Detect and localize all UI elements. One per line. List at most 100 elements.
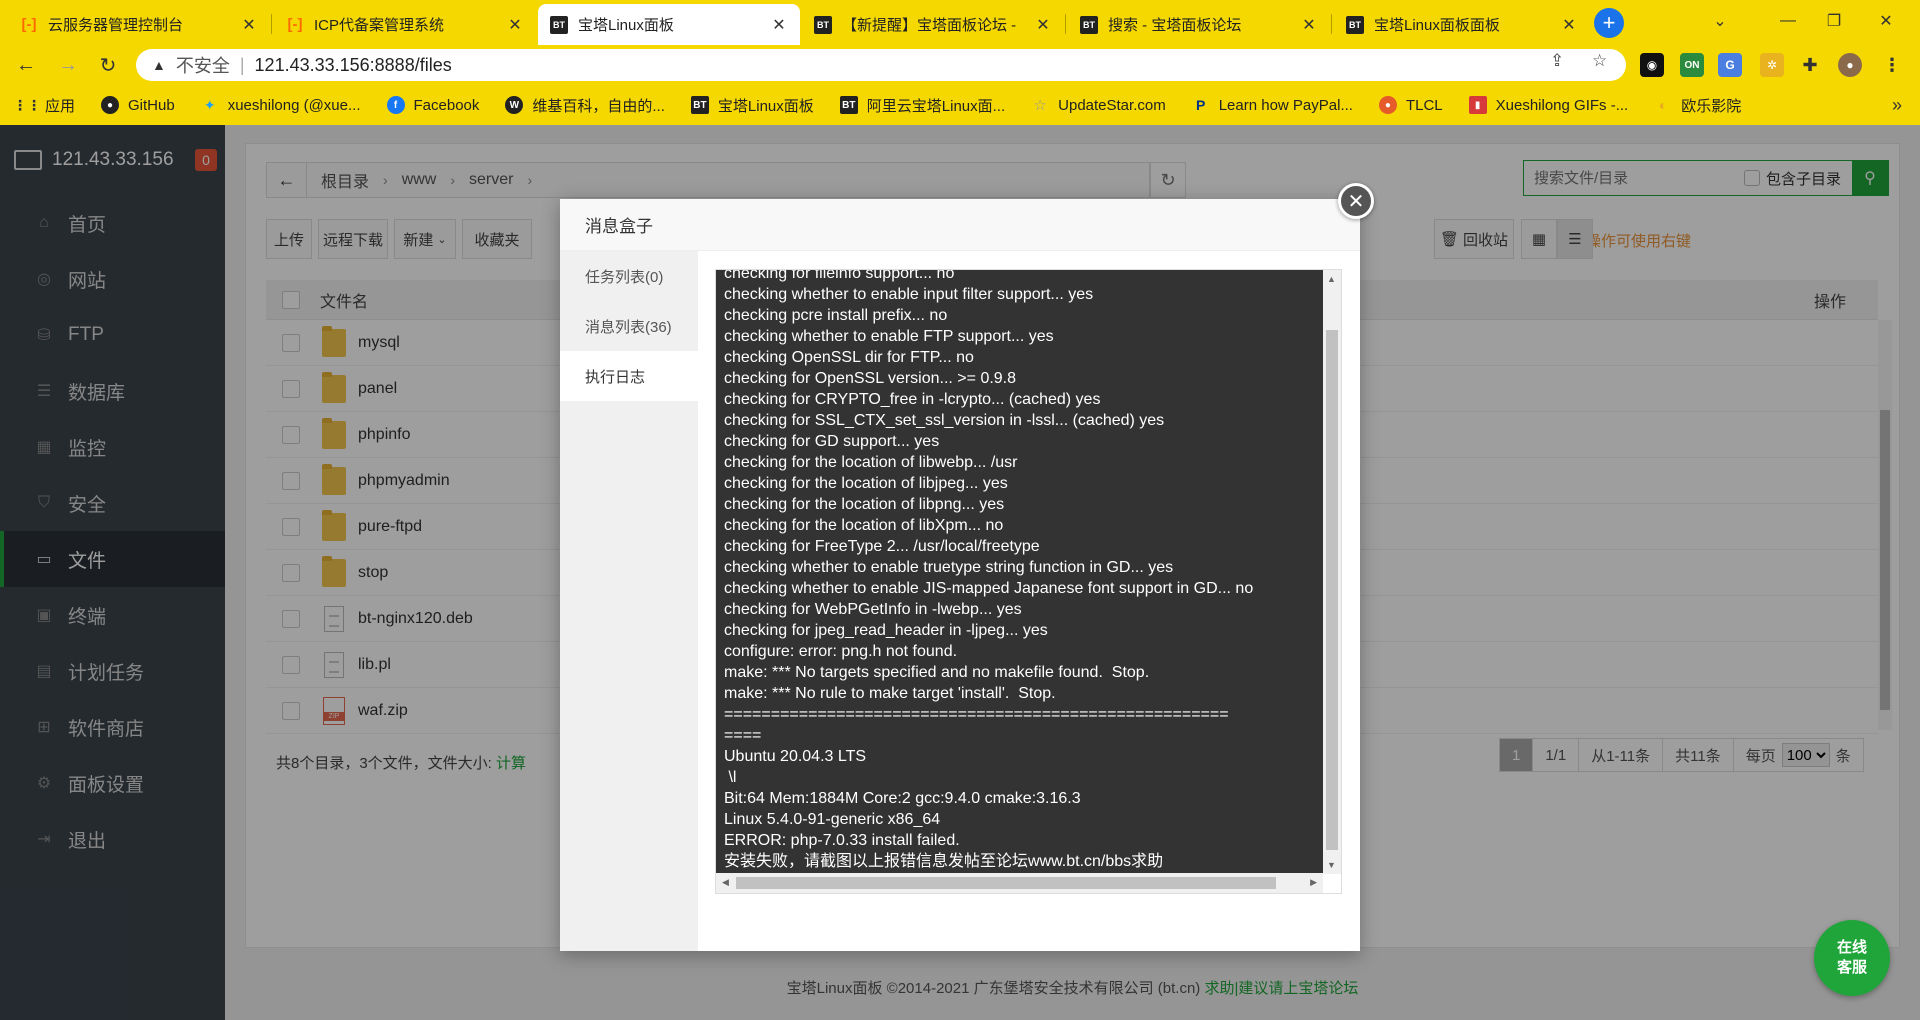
modal-title: 消息盒子 bbox=[560, 199, 1360, 251]
close-icon[interactable]: ✕ bbox=[1034, 16, 1052, 34]
extension-gear-icon[interactable]: ✲ bbox=[1760, 53, 1784, 77]
log-horizontal-scrollbar[interactable]: ◀ ▶ bbox=[716, 873, 1323, 893]
message-box-modal: 消息盒子 任务列表(0) 消息列表(36) 执行日志 checking for … bbox=[560, 199, 1360, 951]
avatar[interactable]: ● bbox=[1838, 53, 1862, 77]
share-icon[interactable]: ⇪ bbox=[1550, 51, 1564, 71]
aliyun-icon: [-] bbox=[287, 16, 303, 33]
log-line: checking for WebPGetInfo in -lwebp... ye… bbox=[724, 601, 1022, 618]
bookmark-label: UpdateStar.com bbox=[1058, 96, 1166, 114]
tab-divider bbox=[1331, 14, 1332, 34]
browser-tab-bar: [-] 云服务器管理控制台 ✕ [-] ICP代备案管理系统 ✕ BT 宝塔Li… bbox=[0, 0, 1920, 45]
tab-divider bbox=[271, 14, 272, 34]
tlcl-icon: ● bbox=[1378, 96, 1397, 114]
log-line: checking whether to enable input filter … bbox=[724, 286, 1094, 303]
browser-toolbar: ← → ↻ ▲ 不安全 | 121.43.33.156:8888/files ⇪… bbox=[0, 45, 1920, 85]
browser-tab[interactable]: [-] 云服务器管理控制台 ✕ bbox=[8, 4, 270, 45]
browser-tab[interactable]: BT 【新提醒】宝塔面板论坛 - ✕ bbox=[802, 4, 1064, 45]
tab-title: ICP代备案管理系统 bbox=[314, 17, 445, 34]
tab-title: 【新提醒】宝塔面板论坛 - bbox=[842, 17, 1017, 34]
bookmark-github[interactable]: ● GitHub bbox=[101, 96, 175, 114]
log-line: Linux 5.4.0-91-generic x86_64 bbox=[724, 811, 941, 828]
modal-close-button[interactable]: ✕ bbox=[1338, 183, 1374, 219]
online-support-button[interactable]: 在线 客服 bbox=[1814, 920, 1890, 996]
log-vertical-scrollbar[interactable]: ▲ ▼ bbox=[1323, 270, 1341, 874]
log-line: checking whether to enable FTP support..… bbox=[724, 328, 1054, 345]
log-line: checking for OpenSSL version... >= 0.9.8 bbox=[724, 370, 1017, 387]
log-line: checking OpenSSL dir for FTP... no bbox=[724, 349, 974, 366]
tab-message-list[interactable]: 消息列表(36) bbox=[560, 301, 698, 351]
translate-icon[interactable]: G bbox=[1718, 53, 1742, 77]
bookmarks-bar: ⋮⋮ 应用 ● GitHub ✦ xueshilong (@xue... f Faceb… bbox=[0, 85, 1920, 125]
close-icon[interactable]: ✕ bbox=[506, 16, 524, 34]
bookmark-facebook[interactable]: f Facebook bbox=[386, 96, 479, 114]
log-line: checking whether to enable JIS-mapped Ja… bbox=[724, 580, 1254, 597]
execution-log[interactable]: checking for fileinfo support... no check… bbox=[716, 270, 1323, 874]
log-line: checking for the location of libpng... y… bbox=[724, 496, 1005, 513]
tab-title: 宝塔Linux面板面板 bbox=[1374, 17, 1500, 34]
bookmark-wikipedia[interactable]: W 维基百科，自由的... bbox=[505, 95, 665, 116]
bt-icon: BT bbox=[1080, 15, 1098, 34]
close-icon[interactable]: ✕ bbox=[240, 16, 258, 34]
scroll-right-icon[interactable]: ▶ bbox=[1310, 877, 1317, 888]
back-arrow-icon[interactable]: ← bbox=[10, 49, 42, 81]
bookmark-label: Xueshilong GIFs -... bbox=[1495, 96, 1629, 114]
scrollbar-thumb[interactable] bbox=[736, 877, 1276, 889]
log-viewer: checking for fileinfo support... no check… bbox=[715, 269, 1342, 894]
close-icon[interactable]: ✕ bbox=[1300, 16, 1318, 34]
bookmark-bt-panel[interactable]: BT 宝塔Linux面板 bbox=[690, 95, 814, 116]
browser-tab[interactable]: BT 宝塔Linux面板面板 ✕ bbox=[1334, 4, 1590, 45]
bookmark-apps[interactable]: ⋮⋮ 应用 bbox=[13, 95, 75, 116]
address-bar[interactable]: ▲ 不安全 | 121.43.33.156:8888/files bbox=[136, 49, 1626, 81]
log-line: Ubuntu 20.04.3 LTS bbox=[724, 748, 867, 765]
bt-icon: BT bbox=[839, 96, 858, 114]
extension-on-label: ON bbox=[1684, 59, 1700, 71]
updatestar-icon: ☆ bbox=[1033, 97, 1047, 114]
close-icon[interactable]: ✕ bbox=[770, 16, 788, 34]
close-icon[interactable]: ✕ bbox=[1560, 16, 1578, 34]
reload-icon[interactable]: ↻ bbox=[92, 49, 124, 81]
tab-search-icon[interactable]: ⌄ bbox=[1700, 6, 1740, 36]
insecure-label: 不安全 bbox=[175, 56, 230, 76]
minimize-icon[interactable]: — bbox=[1768, 6, 1808, 36]
scroll-up-icon[interactable]: ▲ bbox=[1327, 274, 1336, 284]
browser-tab[interactable]: BT 搜索 - 宝塔面板论坛 ✕ bbox=[1068, 4, 1330, 45]
bookmark-label: xueshilong (@xue... bbox=[227, 96, 361, 114]
forward-arrow-icon[interactable]: → bbox=[52, 49, 84, 81]
browser-tab-active[interactable]: BT 宝塔Linux面板 ✕ bbox=[538, 4, 800, 45]
browser-tab[interactable]: [-] ICP代备案管理系统 ✕ bbox=[274, 4, 536, 45]
bookmark-updatestar[interactable]: ☆ UpdateStar.com bbox=[1031, 96, 1166, 115]
chevron-right-icon[interactable]: » bbox=[1892, 95, 1902, 116]
bookmark-twitter[interactable]: ✦ xueshilong (@xue... bbox=[201, 96, 361, 114]
star-icon[interactable]: ☆ bbox=[1592, 51, 1607, 71]
gif-icon: ▮ bbox=[1468, 96, 1487, 114]
tab-title: 搜索 - 宝塔面板论坛 bbox=[1108, 17, 1242, 34]
bookmark-tlcl[interactable]: ● TLCL bbox=[1378, 96, 1443, 114]
twitter-icon: ✦ bbox=[203, 96, 216, 113]
modal-nav: 任务列表(0) 消息列表(36) 执行日志 bbox=[560, 251, 698, 951]
log-line: checking whether to enable truetype stri… bbox=[724, 559, 1174, 576]
tab-title: 云服务器管理控制台 bbox=[48, 17, 184, 34]
extension-on-icon[interactable]: ON bbox=[1680, 53, 1704, 77]
menu-dots-icon[interactable]: ⋮ bbox=[1880, 53, 1904, 77]
new-tab-button[interactable]: + bbox=[1594, 8, 1624, 38]
puzzle-icon[interactable]: ✚ bbox=[1798, 53, 1822, 77]
log-line: 安装失败，请截图以上报错信息发帖至论坛www.bt.cn/bbs求助 bbox=[724, 853, 1164, 870]
restore-icon[interactable]: ❐ bbox=[1814, 6, 1854, 36]
scrollbar-thumb[interactable] bbox=[1326, 330, 1338, 850]
log-line: checking for the location of libjpeg... … bbox=[724, 475, 1008, 492]
log-line: configure: error: png.h not found. bbox=[724, 643, 958, 660]
bookmark-gifs[interactable]: ▮ Xueshilong GIFs -... bbox=[1468, 96, 1629, 114]
tab-execution-log[interactable]: 执行日志 bbox=[560, 351, 698, 401]
tab-divider bbox=[1065, 14, 1066, 34]
scroll-left-icon[interactable]: ◀ bbox=[722, 877, 729, 888]
log-line: make: *** No rule to make target 'instal… bbox=[724, 685, 1056, 702]
tab-task-list[interactable]: 任务列表(0) bbox=[560, 251, 698, 301]
scroll-down-icon[interactable]: ▼ bbox=[1327, 860, 1336, 870]
bookmark-aliyun-bt[interactable]: BT 阿里云宝塔Linux面... bbox=[839, 95, 1005, 116]
extension-glasses-icon[interactable]: ◉ bbox=[1640, 53, 1664, 77]
window-close-icon[interactable]: ✕ bbox=[1866, 6, 1906, 36]
log-line: checking for the location of libwebp... … bbox=[724, 454, 1018, 471]
bookmark-label: 宝塔Linux面板 bbox=[717, 97, 814, 115]
bookmark-olevod[interactable]: ◐ 欧乐影院 bbox=[1654, 95, 1741, 116]
bookmark-paypal[interactable]: P Learn how PayPal... bbox=[1192, 96, 1353, 114]
